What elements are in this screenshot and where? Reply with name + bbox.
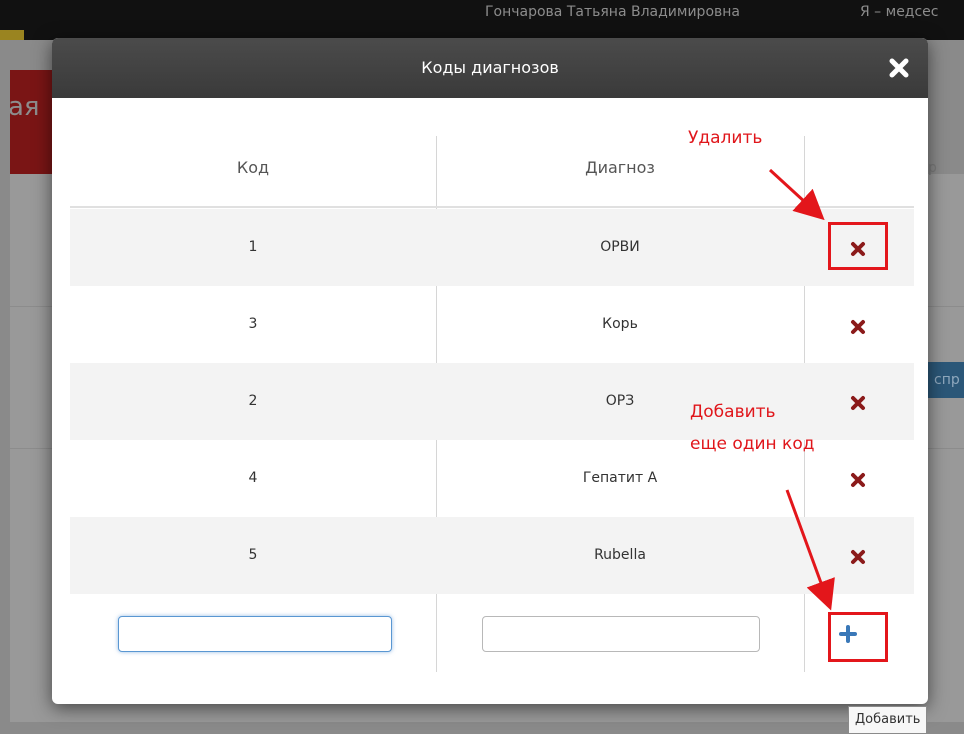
table-row: 2 ОРЗ <box>70 363 914 440</box>
code-cell: 4 <box>248 470 258 486</box>
code-cell: 2 <box>248 393 258 409</box>
table-row: 3 Корь <box>70 286 914 363</box>
column-header-code: Код <box>236 158 270 177</box>
column-header-diagnosis: Диагноз <box>585 158 655 177</box>
current-user-role: Я – медсес <box>860 4 939 20</box>
add-annotation-label-line1: Добавить <box>690 402 776 422</box>
topbar-accent <box>0 30 24 40</box>
delete-highlight-box <box>828 222 888 270</box>
new-diagnosis-input[interactable] <box>482 616 760 652</box>
app-topbar: Гончарова Татьяна Владимировна Я – медсе… <box>0 0 964 40</box>
code-cell: 3 <box>248 316 258 332</box>
dialog-title: Коды диагнозов <box>421 58 559 77</box>
header-divider <box>70 206 914 208</box>
dialog-header: Коды диагнозов <box>52 38 928 98</box>
delete-icon[interactable] <box>848 470 868 490</box>
page-title-fragment: ая <box>8 92 40 122</box>
new-code-input[interactable] <box>118 616 392 652</box>
background-button-label: спр <box>934 372 960 388</box>
add-tooltip: Добавить <box>848 706 928 734</box>
table-row: 5 Rubella <box>70 517 914 594</box>
diagnosis-cell: Корь <box>602 316 638 332</box>
delete-icon[interactable] <box>848 547 868 567</box>
add-annotation-label-line2: еще один код <box>690 434 815 454</box>
code-cell: 5 <box>248 547 258 563</box>
current-user-name[interactable]: Гончарова Татьяна Владимировна <box>485 4 740 20</box>
add-highlight-box <box>828 612 888 662</box>
code-cell: 1 <box>248 239 258 255</box>
delete-icon[interactable] <box>848 317 868 337</box>
background-side-text: р <box>928 160 937 176</box>
table-row: 1 ОРВИ <box>70 209 914 286</box>
diagnosis-cell: ОРВИ <box>600 239 640 255</box>
close-icon[interactable] <box>884 53 914 83</box>
delete-annotation-label: Удалить <box>688 128 763 148</box>
background-button: спр <box>928 362 964 398</box>
diagnosis-cell: Rubella <box>594 547 646 563</box>
delete-icon[interactable] <box>848 393 868 413</box>
diagnosis-codes-dialog: Коды диагнозов Код Диагноз 1 ОРВИ 3 Корь… <box>52 38 928 704</box>
